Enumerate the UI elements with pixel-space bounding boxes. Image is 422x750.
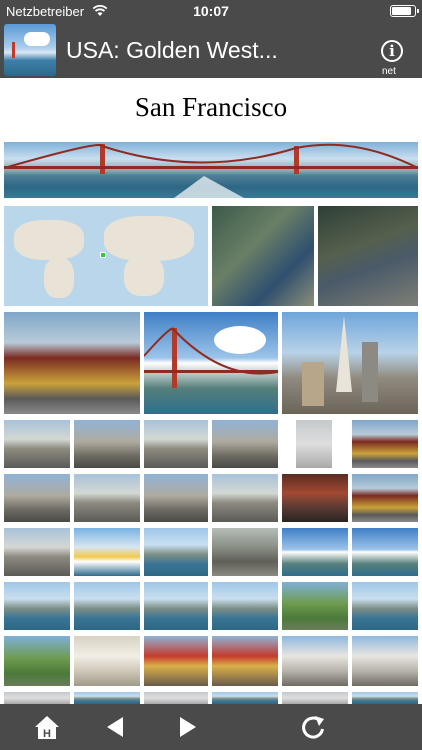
forward-button[interactable]: [172, 712, 202, 742]
pyramid-drawing: [302, 316, 378, 406]
photo-thumbnail[interactable]: [4, 474, 70, 522]
map-continent: [124, 256, 164, 296]
photo-thumbnail[interactable]: [144, 528, 208, 576]
thumbnail-bridge-tower: [12, 42, 15, 58]
photo-thumbnail[interactable]: [74, 528, 140, 576]
photo-thumbnail[interactable]: [212, 692, 278, 704]
photo-trolley[interactable]: [4, 312, 140, 414]
map-location-marker: [100, 252, 106, 258]
photo-thumbnail[interactable]: [212, 420, 278, 468]
photo-thumbnail[interactable]: [74, 692, 140, 704]
back-button[interactable]: [101, 712, 131, 742]
bottom-toolbar: H: [0, 704, 422, 750]
status-bar: Netzbetreiber 10:07: [0, 0, 422, 22]
photo-thumbnail[interactable]: [212, 474, 278, 522]
photo-thumbnail[interactable]: [282, 582, 348, 630]
content-area[interactable]: San Francisco: [0, 78, 422, 704]
photo-thumbnail[interactable]: [282, 692, 348, 704]
photo-world-map[interactable]: [4, 206, 208, 306]
photo-thumbnail[interactable]: [4, 582, 70, 630]
photo-thumbnail[interactable]: [144, 582, 208, 630]
navigation-bar: USA: Golden West... i net: [0, 22, 422, 78]
info-button[interactable]: i: [381, 40, 403, 62]
photo-thumbnail[interactable]: [352, 528, 418, 576]
page-title: San Francisco: [134, 92, 288, 122]
photo-thumbnail[interactable]: [296, 420, 332, 468]
photo-city-map[interactable]: [318, 206, 418, 306]
map-continent: [104, 216, 194, 261]
refresh-icon: [302, 716, 324, 739]
photo-thumbnail[interactable]: [74, 636, 140, 686]
photo-bay-area-map[interactable]: [212, 206, 314, 306]
home-icon-letter: H: [43, 728, 51, 740]
photo-panorama-golden-gate[interactable]: [4, 142, 418, 198]
photo-thumbnail[interactable]: [74, 474, 140, 522]
photo-golden-gate-bridge[interactable]: [144, 312, 278, 414]
refresh-button[interactable]: [298, 712, 328, 742]
photo-thumbnail[interactable]: [74, 582, 140, 630]
photo-thumbnail[interactable]: [4, 692, 70, 704]
forward-arrow-icon: [180, 717, 196, 737]
map-continent: [44, 258, 74, 298]
photo-thumbnail[interactable]: [144, 474, 208, 522]
photo-thumbnail[interactable]: [352, 636, 418, 686]
golden-gate-bridge-drawing: [4, 143, 418, 198]
home-icon: H: [35, 716, 59, 740]
photo-thumbnail[interactable]: [212, 528, 278, 576]
photo-thumbnail[interactable]: [144, 636, 208, 686]
thumbnail-cloud: [24, 32, 50, 46]
bridge-drawing: [144, 326, 278, 388]
photo-thumbnail[interactable]: [282, 528, 348, 576]
photo-thumbnail[interactable]: [352, 420, 418, 468]
photo-thumbnail[interactable]: [144, 420, 208, 468]
album-title: USA: Golden West...: [66, 37, 278, 63]
photo-thumbnail[interactable]: [282, 636, 348, 686]
photo-thumbnail[interactable]: [352, 692, 418, 704]
info-button-label[interactable]: net: [382, 66, 396, 77]
back-arrow-icon: [107, 717, 123, 737]
photo-thumbnail[interactable]: [74, 420, 140, 468]
photo-thumbnail[interactable]: [144, 692, 208, 704]
photo-thumbnail[interactable]: [212, 636, 278, 686]
clock: 10:07: [193, 3, 229, 19]
photo-thumbnail[interactable]: [4, 636, 70, 686]
photo-thumbnail[interactable]: [352, 474, 418, 522]
battery-level: [392, 7, 411, 15]
battery-icon: [390, 5, 419, 17]
photo-thumbnail[interactable]: [282, 474, 348, 522]
photo-thumbnail[interactable]: [4, 528, 70, 576]
map-continent: [14, 220, 84, 260]
album-thumbnail[interactable]: [4, 24, 56, 76]
home-button[interactable]: H: [32, 712, 62, 742]
photo-transamerica-pyramid[interactable]: [282, 312, 418, 414]
photo-thumbnail[interactable]: [4, 420, 70, 468]
photo-thumbnail[interactable]: [352, 582, 418, 630]
photo-thumbnail[interactable]: [212, 582, 278, 630]
